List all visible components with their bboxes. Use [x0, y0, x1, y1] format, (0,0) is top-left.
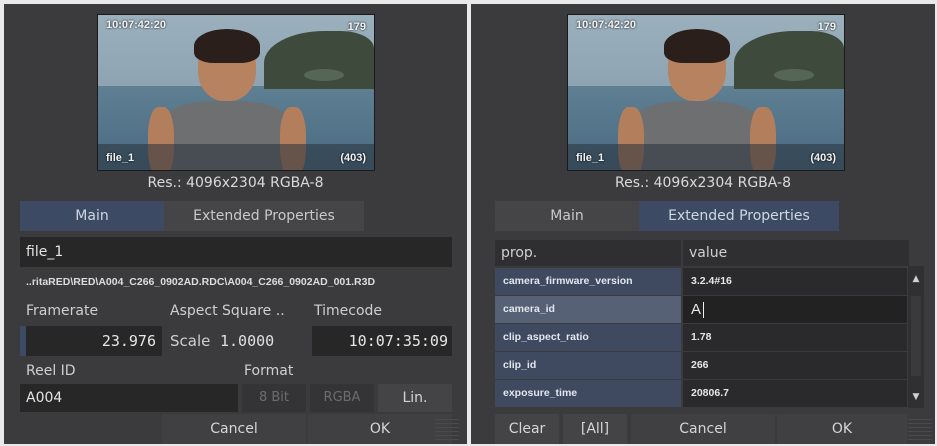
- timecode-field[interactable]: 10:07:35:09: [312, 326, 452, 356]
- tab-extended-properties[interactable]: Extended Properties: [639, 201, 839, 231]
- format-channels[interactable]: RGBA: [310, 384, 374, 412]
- thumbnail-person-hair: [664, 29, 730, 63]
- framerate-label: Framerate: [26, 303, 99, 319]
- format-label: Format: [244, 363, 294, 379]
- thumbnail-clip-name: file_1: [576, 152, 605, 164]
- clip-thumbnail: 10:07:42:20 179 file_1 (403): [567, 14, 845, 171]
- table-row[interactable]: camera_firmware_version 3.2.4#16: [495, 268, 909, 296]
- timecode-label: Timecode: [314, 303, 383, 319]
- thumbnail-caption-strip: [98, 144, 374, 170]
- scale-label: Scale: [170, 332, 211, 350]
- prop-cell: clip_aspect_ratio: [495, 324, 681, 351]
- cancel-button[interactable]: Cancel: [162, 414, 306, 444]
- table-scrollbar[interactable]: ▲ ▼: [908, 266, 924, 408]
- thumbnail-timecode: 10:07:42:20: [576, 19, 636, 31]
- tab-extended-properties[interactable]: Extended Properties: [164, 201, 364, 231]
- column-header-value[interactable]: value: [683, 240, 909, 266]
- value-cell[interactable]: 1.78: [683, 324, 907, 351]
- scroll-down-arrow-icon[interactable]: ▼: [908, 392, 924, 402]
- table-row[interactable]: clip_aspect_ratio 1.78: [495, 324, 909, 352]
- value-cell[interactable]: 20806.7: [683, 380, 907, 407]
- thumbnail-clip-name: file_1: [106, 152, 135, 164]
- clip-thumbnail: 10:07:42:20 179 file_1 (403): [97, 14, 375, 171]
- tab-main[interactable]: Main: [20, 201, 164, 231]
- format-bit-depth[interactable]: 8 Bit: [242, 384, 306, 412]
- value-cell[interactable]: 3.2.4#16: [683, 268, 907, 295]
- value-cell[interactable]: 266: [683, 352, 907, 379]
- aspect-dropdown[interactable]: Aspect Square ..: [170, 298, 285, 324]
- column-header-prop[interactable]: prop.: [495, 240, 681, 266]
- ok-button[interactable]: OK: [777, 414, 907, 444]
- clip-path-label: ..ritaRED\RED\A004_C266_0902AD.RDC\A004_…: [26, 276, 376, 288]
- resolution-label: Res.: 4096x2304 RGBA-8: [614, 175, 792, 191]
- thumbnail-frame: 179: [347, 21, 366, 33]
- all-filter-button[interactable]: [All]: [563, 414, 627, 444]
- table-row[interactable]: clip_id 266: [495, 352, 909, 380]
- ok-button[interactable]: OK: [308, 414, 452, 444]
- framerate-field[interactable]: 23.976: [20, 326, 162, 356]
- scrollbar-thumb[interactable]: [911, 296, 921, 376]
- cancel-button[interactable]: Cancel: [631, 414, 775, 444]
- tab-main[interactable]: Main: [495, 201, 639, 231]
- clip-properties-dialog-main: 10:07:42:20 179 file_1 (403) Res.: 4096x…: [4, 4, 467, 444]
- resize-grip[interactable]: [908, 416, 932, 440]
- clear-button[interactable]: Clear: [495, 414, 559, 444]
- thumbnail-count: (403): [810, 152, 836, 164]
- clip-properties-dialog-extended: 10:07:42:20 179 file_1 (403) Res.: 4096x…: [471, 4, 935, 444]
- thumbnail-count: (403): [340, 152, 366, 164]
- thumbnail-timecode: 10:07:42:20: [106, 19, 166, 31]
- scroll-up-arrow-icon[interactable]: ▲: [908, 274, 924, 284]
- value-edit-field[interactable]: A: [683, 296, 907, 323]
- thumbnail-caption-strip: [568, 144, 844, 170]
- clip-name-field[interactable]: file_1: [20, 237, 452, 267]
- prop-cell: camera_id: [495, 296, 681, 323]
- thumbnail-person-hair: [194, 29, 260, 63]
- prop-cell: clip_id: [495, 352, 681, 379]
- table-row[interactable]: exposure_time 20806.7: [495, 380, 909, 408]
- prop-cell: exposure_time: [495, 380, 681, 407]
- reel-id-field[interactable]: A004: [20, 384, 238, 412]
- resize-grip[interactable]: [435, 416, 459, 440]
- prop-cell: camera_firmware_version: [495, 268, 681, 295]
- reel-id-label: Reel ID: [26, 363, 76, 379]
- text-caret: [703, 302, 705, 319]
- thumbnail-frame: 179: [817, 21, 836, 33]
- scale-field[interactable]: 1.0000: [220, 326, 306, 356]
- value-edit-text: A: [691, 301, 702, 318]
- resolution-label: Res.: 4096x2304 RGBA-8: [147, 175, 324, 191]
- table-row-selected[interactable]: camera_id A: [495, 296, 909, 324]
- format-linear-toggle[interactable]: Lin.: [378, 384, 452, 412]
